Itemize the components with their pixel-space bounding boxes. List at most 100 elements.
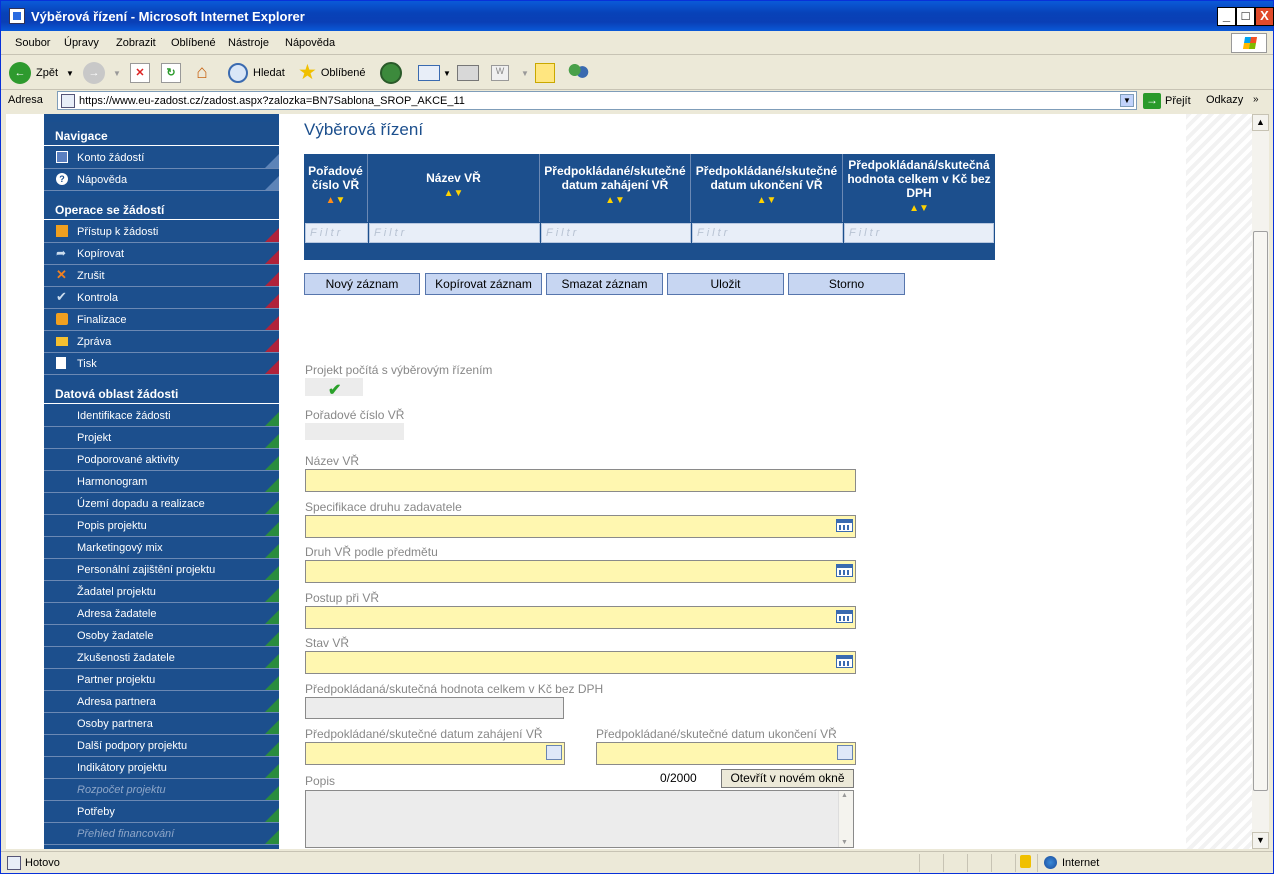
sidebar-item-data[interactable]: Další podpory projektu	[44, 735, 279, 757]
go-button[interactable]: → Přejít	[1143, 91, 1191, 111]
filter-name[interactable]: Filtr	[369, 223, 540, 243]
list-picker-icon[interactable]	[836, 655, 853, 668]
has-tender-checkbox[interactable]: ✔	[305, 378, 363, 399]
calendar-icon[interactable]	[837, 745, 853, 760]
filter-end-date[interactable]: Filtr	[692, 223, 843, 243]
sidebar-item-pristup[interactable]: Přístup k žádosti	[44, 221, 279, 243]
sidebar-item-data[interactable]: Identifikace žádosti	[44, 405, 279, 427]
page-scrollbar[interactable]: ▲ ▼	[1252, 114, 1269, 849]
menu-upravy[interactable]: Úpravy	[64, 37, 99, 49]
sidebar-item-data[interactable]: Indikátory projektu	[44, 757, 279, 779]
state-select[interactable]	[305, 651, 856, 674]
sidebar-item-data[interactable]: Území dopadu a realizace	[44, 493, 279, 515]
stop-button[interactable]: ✕	[130, 60, 150, 86]
col-header-value[interactable]: Předpokládaná/skutečná hodnota celkem v …	[843, 154, 995, 222]
sidebar-item-data[interactable]: Rozpočet projektu	[44, 779, 279, 801]
menu-nastroje[interactable]: Nástroje	[228, 37, 269, 49]
filter-start-date[interactable]: Filtr	[541, 223, 691, 243]
print-button[interactable]	[457, 60, 479, 86]
sort-icon[interactable]: ▲▼	[691, 194, 842, 208]
sort-icon[interactable]: ▲▼	[368, 187, 539, 201]
list-picker-icon[interactable]	[836, 519, 853, 532]
col-header-end-date[interactable]: Předpokládané/skutečné datum ukončení VŘ…	[691, 154, 843, 222]
start-date-input[interactable]	[305, 742, 565, 765]
filter-order[interactable]: Filtr	[305, 223, 368, 243]
scroll-up-icon[interactable]: ▲	[1252, 114, 1269, 131]
forward-button[interactable]: → ▼	[83, 60, 121, 86]
spec-select[interactable]	[305, 515, 856, 538]
sort-icon[interactable]: ▲▼	[540, 194, 690, 208]
sidebar-item-data[interactable]: Zkušenosti žadatele	[44, 647, 279, 669]
col-header-start-date[interactable]: Předpokládané/skutečné datum zahájení VŘ…	[540, 154, 691, 222]
sidebar-item-data[interactable]: Projekt	[44, 427, 279, 449]
scroll-thumb[interactable]	[1253, 231, 1268, 791]
sidebar-item-data[interactable]: Partner projektu	[44, 669, 279, 691]
sidebar-item-tisk[interactable]: Tisk	[44, 353, 279, 375]
menu-oblibene[interactable]: Oblíbené	[171, 37, 216, 49]
chevron-down-icon[interactable]: ▼	[66, 69, 74, 78]
desc-scrollbar[interactable]: ▲ ▼	[838, 791, 853, 847]
scroll-down-icon[interactable]: ▼	[841, 839, 848, 846]
address-dropdown-icon[interactable]: ▼	[1120, 94, 1134, 107]
sidebar-item-data[interactable]: Žadatel projektu	[44, 581, 279, 603]
mail-button[interactable]: ▼	[418, 60, 451, 86]
desc-textarea[interactable]: ▲ ▼	[305, 790, 854, 848]
sort-icon[interactable]: ▲▼	[843, 202, 995, 216]
menu-napoveda[interactable]: Nápověda	[285, 37, 335, 49]
chevron-down-icon[interactable]: ▼	[521, 69, 529, 78]
save-button[interactable]: Uložit	[667, 273, 784, 295]
calendar-icon[interactable]	[546, 745, 562, 760]
sidebar-item-data[interactable]: Osoby partnera	[44, 713, 279, 735]
end-date-input[interactable]	[596, 742, 856, 765]
sidebar-item-zprava[interactable]: Zpráva	[44, 331, 279, 353]
sidebar-item-zrusit[interactable]: ✕ Zrušit	[44, 265, 279, 287]
sort-icon[interactable]: ▲▼	[304, 194, 367, 208]
sidebar-item-konto[interactable]: Konto žádostí	[44, 147, 279, 169]
sidebar-item-data[interactable]: Adresa partnera	[44, 691, 279, 713]
sidebar-item-data[interactable]: Potřeby	[44, 801, 279, 823]
col-header-order[interactable]: Pořadové číslo VŘ ▲▼	[304, 154, 368, 222]
cancel-button[interactable]: Storno	[788, 273, 905, 295]
sidebar-item-finalizace[interactable]: Finalizace	[44, 309, 279, 331]
list-picker-icon[interactable]	[836, 610, 853, 623]
home-button[interactable]: ⌂	[191, 60, 213, 86]
col-header-name[interactable]: Název VŘ ▲▼	[368, 154, 540, 222]
chevron-down-icon[interactable]: ▼	[113, 69, 121, 78]
scroll-up-icon[interactable]: ▲	[841, 792, 848, 799]
kind-select[interactable]	[305, 560, 856, 583]
history-button[interactable]	[380, 60, 402, 86]
sidebar-item-data[interactable]: Popis projektu	[44, 515, 279, 537]
sidebar-item-data[interactable]: Personální zajištění projektu	[44, 559, 279, 581]
close-button[interactable]: X	[1255, 7, 1274, 26]
sidebar-item-data[interactable]: Podporované aktivity	[44, 449, 279, 471]
favorites-button[interactable]: ★ Oblíbené	[298, 60, 365, 86]
back-button[interactable]: ← Zpět ▼	[9, 60, 74, 86]
sidebar-item-kontrola[interactable]: ✔ Kontrola	[44, 287, 279, 309]
sidebar-item-napoveda[interactable]: ? Nápověda	[44, 169, 279, 191]
menu-zobrazit[interactable]: Zobrazit	[116, 37, 156, 49]
menu-soubor[interactable]: Soubor	[15, 37, 50, 49]
sidebar-item-data[interactable]: Přehled financování	[44, 823, 279, 845]
copy-record-button[interactable]: Kopírovat záznam	[425, 273, 542, 295]
search-button[interactable]: Hledat	[228, 60, 285, 86]
discuss-button[interactable]	[535, 60, 555, 86]
chevron-down-icon[interactable]: ▼	[443, 69, 451, 78]
sidebar-item-kopirovat[interactable]: ➦ Kopírovat	[44, 243, 279, 265]
sidebar-item-data[interactable]: Adresa žadatele	[44, 603, 279, 625]
filter-value[interactable]: Filtr	[844, 223, 994, 243]
delete-record-button[interactable]: Smazat záznam	[546, 273, 663, 295]
links-button[interactable]: Odkazy	[1206, 94, 1243, 106]
sidebar-item-data[interactable]: Marketingový mix	[44, 537, 279, 559]
minimize-button[interactable]: _	[1217, 7, 1236, 26]
procedure-select[interactable]	[305, 606, 856, 629]
maximize-button[interactable]: □	[1236, 7, 1255, 26]
list-picker-icon[interactable]	[836, 564, 853, 577]
edit-button[interactable]: W ▼	[491, 60, 529, 86]
address-input[interactable]: https://www.eu-zadost.cz/zadost.aspx?zal…	[57, 91, 1137, 110]
open-new-window-button[interactable]: Otevřít v novém okně	[721, 769, 854, 788]
scroll-down-icon[interactable]: ▼	[1252, 832, 1269, 849]
links-chevron-icon[interactable]: »	[1253, 94, 1259, 105]
new-record-button[interactable]: Nový záznam	[304, 273, 420, 295]
sidebar-item-data[interactable]: Osoby žadatele	[44, 625, 279, 647]
sidebar-item-data[interactable]: Harmonogram	[44, 471, 279, 493]
